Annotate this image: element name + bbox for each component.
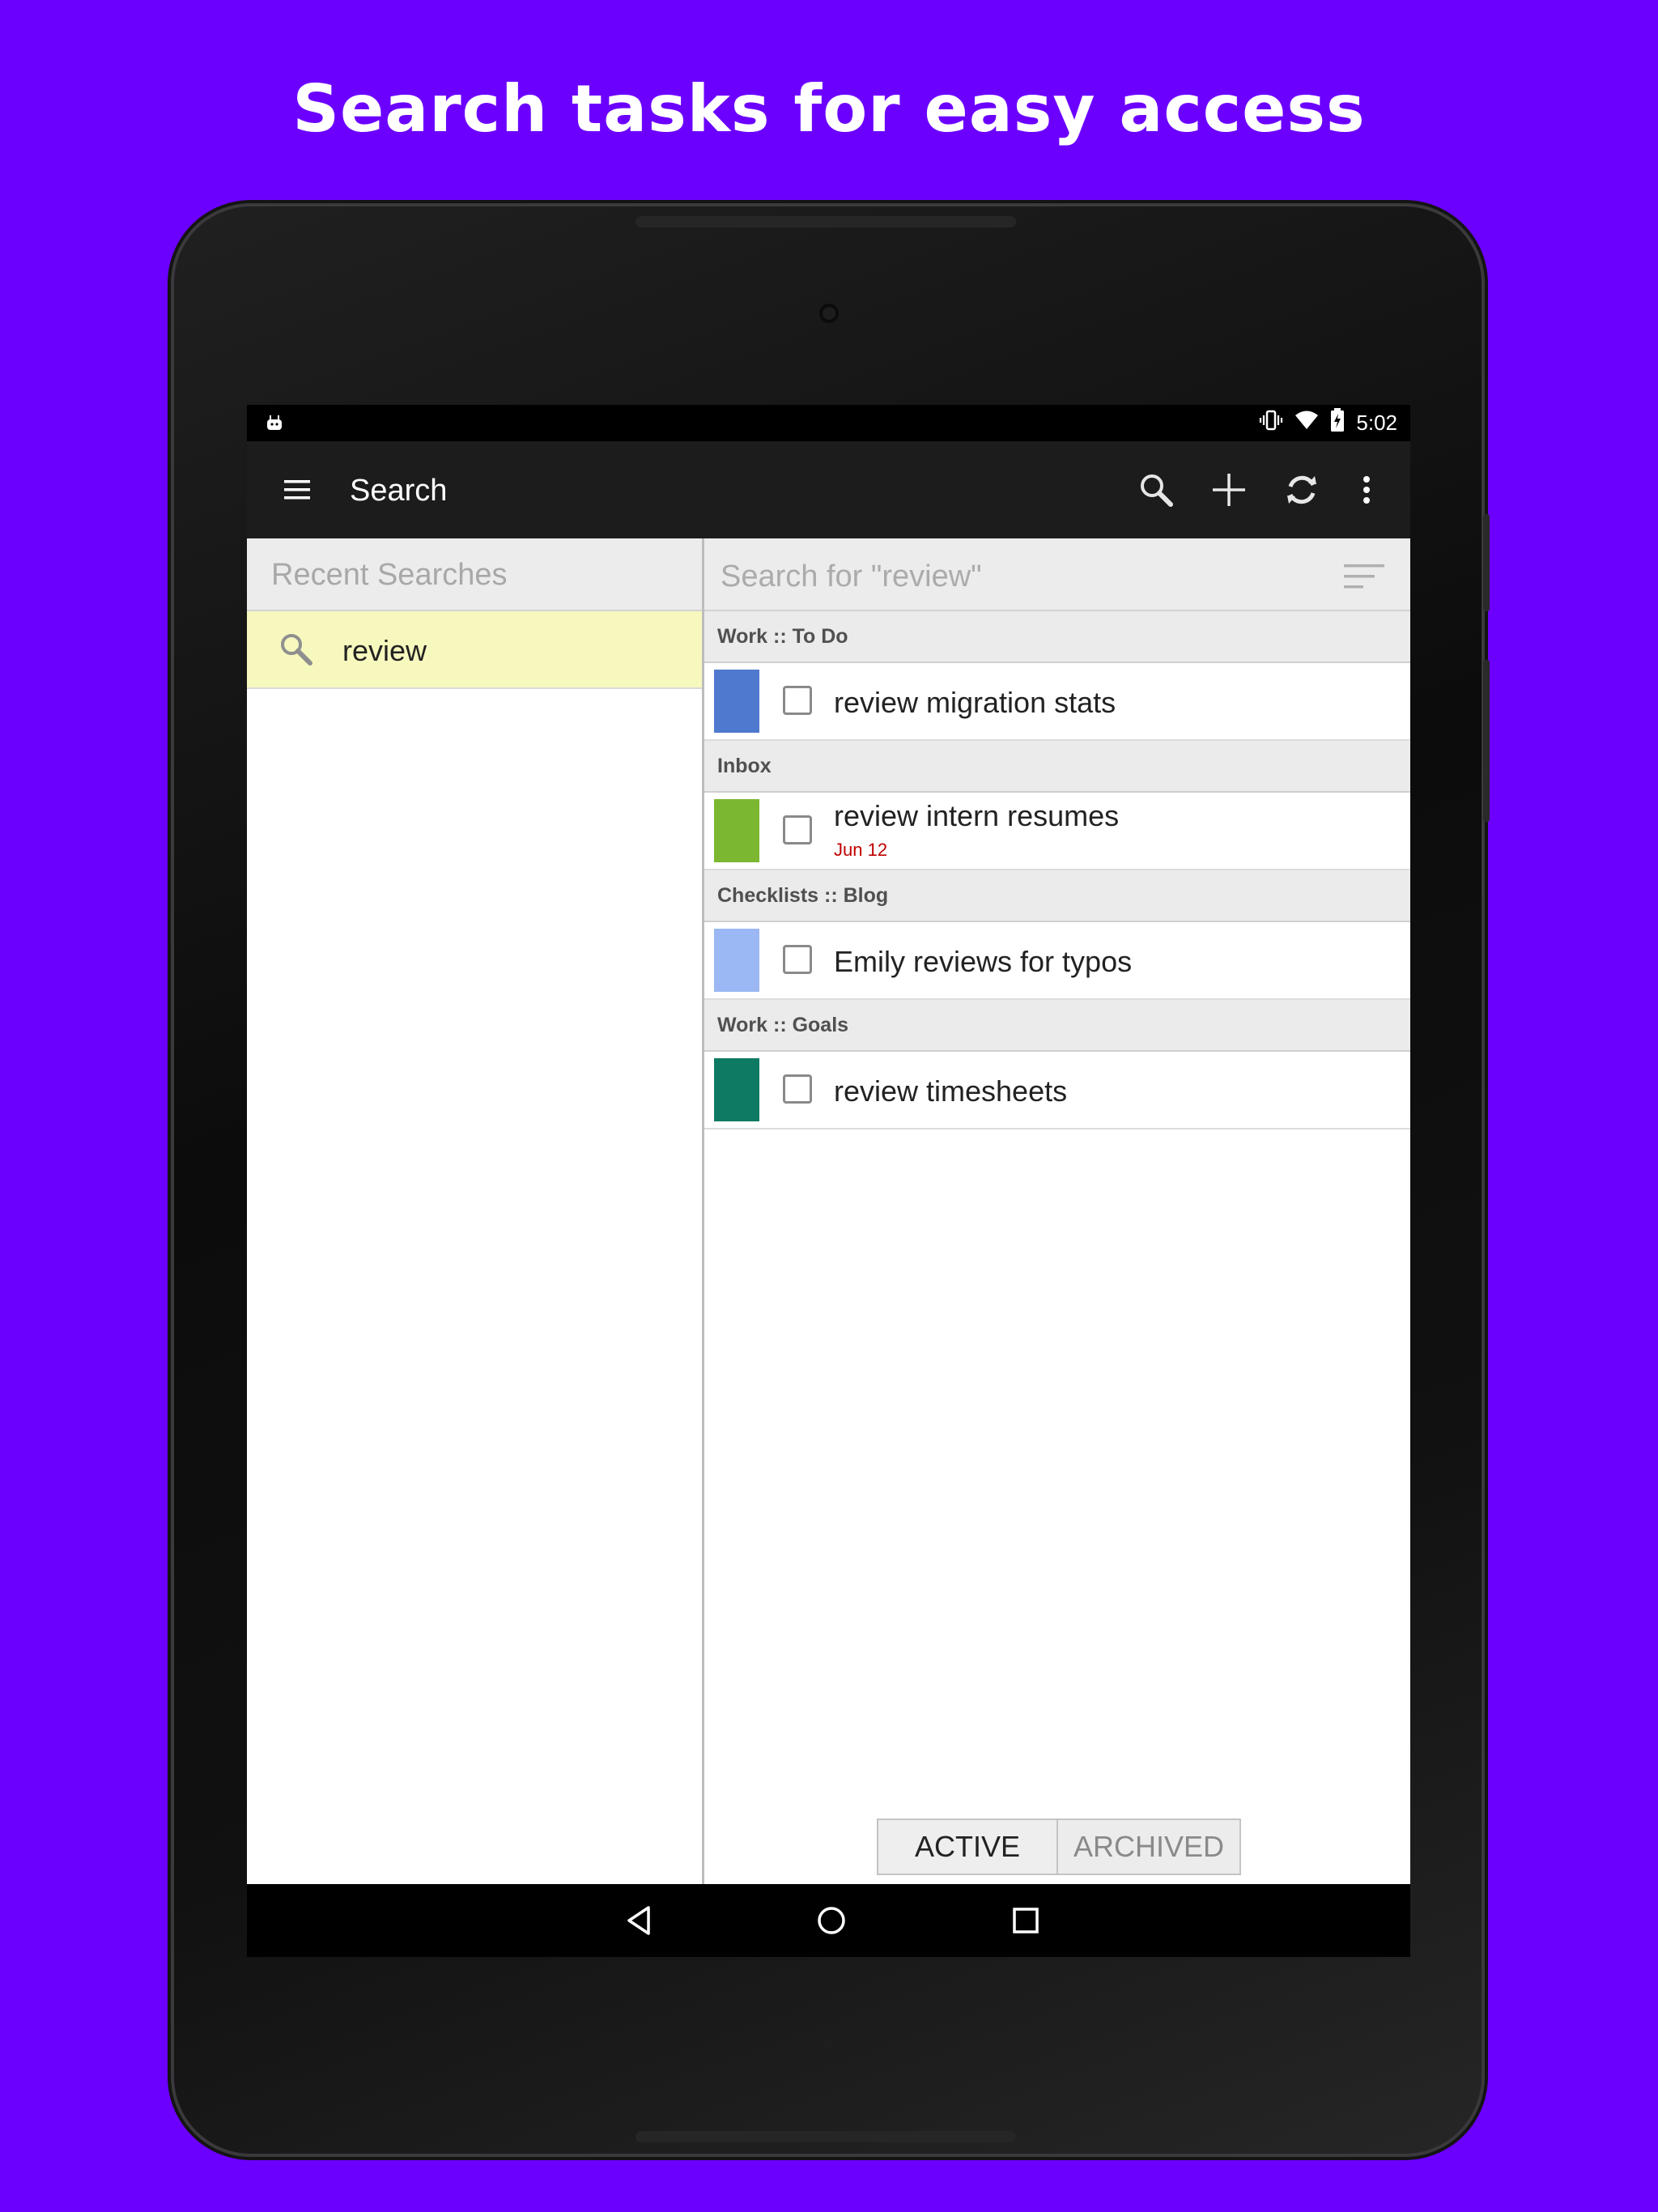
- android-notification-icon: [265, 413, 284, 436]
- task-title: Emily reviews for typos: [834, 945, 1133, 978]
- recent-search-label: review: [342, 634, 427, 667]
- task-row[interactable]: Emily reviews for typos: [704, 922, 1410, 1000]
- status-time: 5:02: [1356, 410, 1397, 435]
- vibrate-icon: [1259, 408, 1283, 438]
- search-results-header[interactable]: Search for "review": [704, 538, 1410, 611]
- speaker-grille-bottom: [636, 2131, 1016, 2142]
- search-query-label: Search for "review": [721, 559, 982, 593]
- search-icon: [278, 631, 315, 672]
- task-group-name: Work :: Goals: [717, 1014, 849, 1036]
- home-icon[interactable]: [811, 1900, 852, 1941]
- app-bar: Search: [247, 441, 1410, 538]
- task-group-header: Inbox: [704, 741, 1410, 793]
- recent-searches-title: Recent Searches: [271, 558, 508, 592]
- speaker-grille-top: [636, 216, 1016, 228]
- task-due-date: Jun 12: [834, 840, 888, 860]
- sensor-dot: [823, 2040, 833, 2049]
- task-title: review timesheets: [834, 1074, 1068, 1108]
- task-color-swatch: [714, 670, 759, 733]
- search-icon[interactable]: [1132, 466, 1180, 514]
- task-color-swatch: [714, 1058, 759, 1121]
- task-checkbox[interactable]: [783, 815, 812, 844]
- active-tab-button[interactable]: ACTIVE: [878, 1820, 1058, 1874]
- battery-icon: [1330, 408, 1345, 438]
- archived-tab-button[interactable]: ARCHIVED: [1058, 1820, 1239, 1874]
- menu-icon[interactable]: [281, 474, 313, 506]
- task-group-name: Checklists :: Blog: [717, 884, 889, 907]
- task-title: review migration stats: [834, 686, 1116, 719]
- headline: Search tasks for easy access: [292, 71, 1366, 147]
- task-checkbox[interactable]: [783, 1074, 812, 1104]
- task-group-header: Checklists :: Blog: [704, 870, 1410, 922]
- task-row[interactable]: review migration stats: [704, 663, 1410, 741]
- recent-searches-header: Recent Searches: [247, 538, 702, 611]
- system-navigation-bar: [247, 1884, 1410, 1957]
- status-icons: 5:02: [1259, 408, 1397, 438]
- search-results-pane: Search for "review" Work :: To Do review…: [704, 538, 1410, 1884]
- task-group-header: Work :: Goals: [704, 1000, 1410, 1052]
- status-bar: 5:02: [247, 405, 1410, 441]
- active-archived-toggle: ACTIVE ARCHIVED: [877, 1819, 1241, 1875]
- task-row[interactable]: review timesheets: [704, 1052, 1410, 1129]
- power-button: [1483, 660, 1490, 822]
- task-title: review intern resumes: [834, 799, 1120, 832]
- task-group-header: Work :: To Do: [704, 611, 1410, 663]
- task-checkbox[interactable]: [783, 686, 812, 715]
- task-row[interactable]: review intern resumes Jun 12: [704, 793, 1410, 870]
- volume-button: [1483, 514, 1490, 611]
- add-icon[interactable]: [1205, 466, 1253, 514]
- recent-searches-pane: Recent Searches review: [247, 538, 702, 1884]
- device-screen: 5:02 Search Recent Searches review Searc…: [247, 405, 1410, 1957]
- sort-icon[interactable]: [1344, 563, 1384, 594]
- more-vert-icon[interactable]: [1342, 466, 1391, 514]
- recents-icon[interactable]: [1005, 1900, 1046, 1941]
- wifi-icon: [1295, 408, 1319, 438]
- task-group-name: Inbox: [717, 755, 772, 777]
- task-color-swatch: [714, 929, 759, 992]
- page-title: Search: [350, 474, 448, 508]
- recent-search-item[interactable]: review: [247, 611, 702, 689]
- back-icon[interactable]: [619, 1900, 659, 1941]
- task-checkbox[interactable]: [783, 945, 812, 974]
- front-camera: [819, 304, 839, 323]
- task-group-name: Work :: To Do: [717, 625, 848, 648]
- sync-icon[interactable]: [1278, 466, 1326, 514]
- task-color-swatch: [714, 799, 759, 862]
